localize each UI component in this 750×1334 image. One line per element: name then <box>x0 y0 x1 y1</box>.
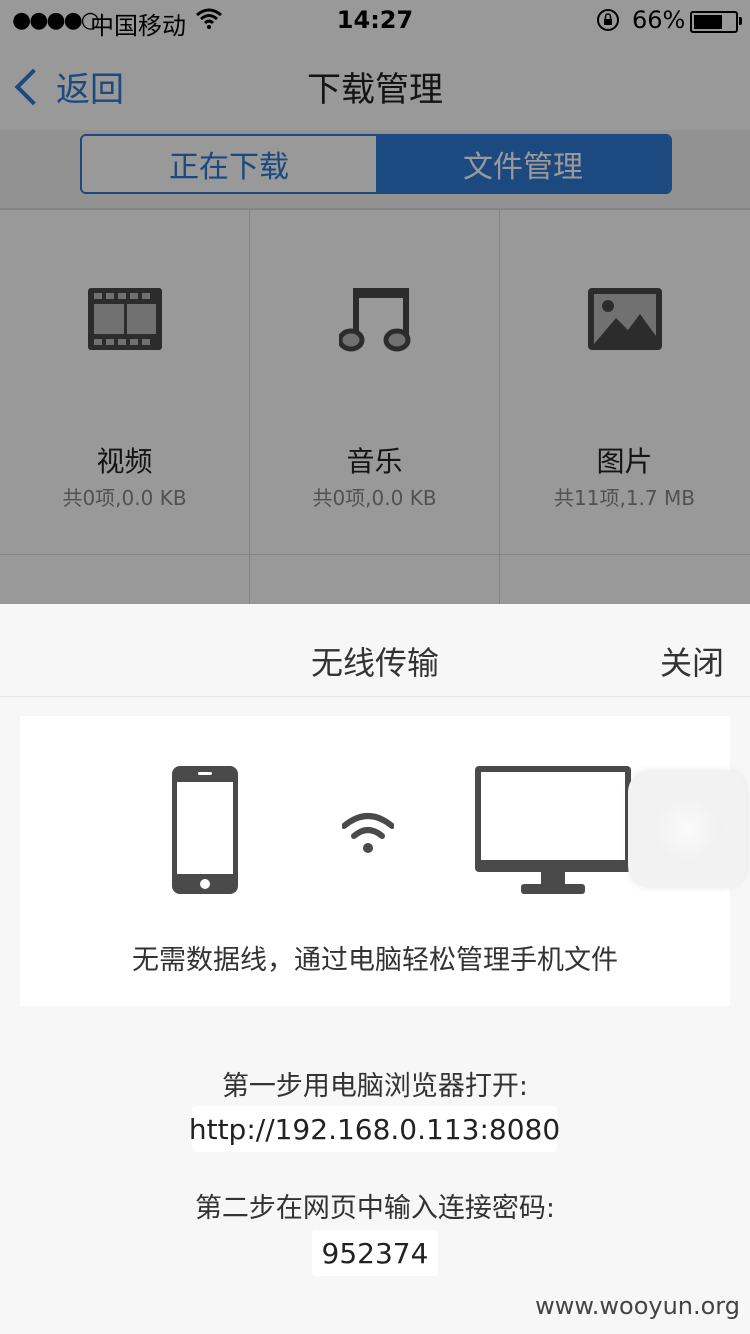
transfer-description: 无需数据线，通过电脑轻松管理手机文件 <box>132 945 618 976</box>
sheet-header: 无线传输 关闭 <box>0 604 750 697</box>
computer-monitor-icon <box>475 766 631 900</box>
connection-password[interactable]: 952374 <box>312 1230 438 1276</box>
wireless-transfer-sheet: 无线传输 关闭 无需数据线，通过电脑轻松管理手机文件 第一步用电脑浏览器打开: … <box>0 604 750 1334</box>
step2-label: 第二步在网页中输入连接密码: <box>194 1193 556 1224</box>
page: ●●●●○ 中国移动 14:27 66% 返回 下载管理 正在下载 文件管理 视… <box>0 0 750 1334</box>
watermark: www.wooyun.org <box>535 1292 740 1320</box>
step1-label: 第一步用电脑浏览器打开: <box>221 1071 529 1102</box>
modal-backdrop[interactable] <box>0 0 750 604</box>
sheet-title: 无线传输 <box>310 644 439 682</box>
close-button[interactable]: 关闭 <box>660 638 724 684</box>
server-url[interactable]: http://192.168.0.113:8080 <box>189 1106 560 1152</box>
assistive-touch-button[interactable] <box>628 770 746 888</box>
transfer-illustration-card: 无需数据线，通过电脑轻松管理手机文件 <box>20 716 730 1006</box>
wifi-signal-icon <box>341 812 395 860</box>
phone-icon <box>172 766 238 898</box>
